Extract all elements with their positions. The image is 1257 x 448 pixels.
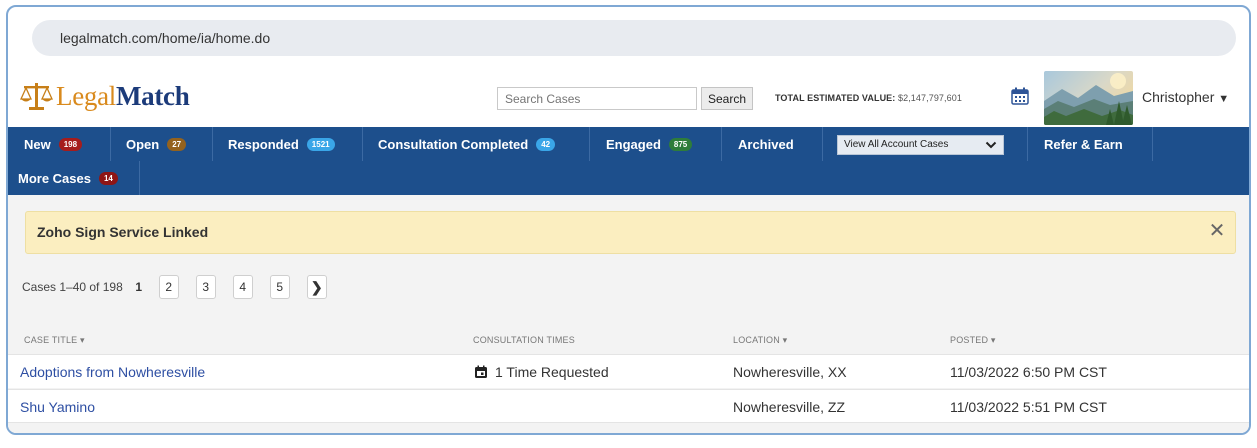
total-estimated-value: TOTAL ESTIMATED VALUE: $2,147,797,601	[775, 93, 962, 103]
case-title-link[interactable]: Shu Yamino	[20, 399, 95, 415]
count-badge: 27	[167, 137, 187, 151]
browser-window: legalmatch.com/home/ia/home.do LegalMatc…	[6, 5, 1251, 435]
posted-cell: 11/03/2022 5:51 PM CST	[950, 399, 1107, 415]
page-4-button[interactable]: 4	[232, 275, 253, 299]
address-bar[interactable]: legalmatch.com/home/ia/home.do	[32, 20, 1236, 56]
tab-responded[interactable]: Responded 1521	[213, 127, 363, 161]
main-nav: New 198 Open 27 Responded 1521 Consultation…	[8, 127, 1249, 195]
tab-consultation-completed[interactable]: Consultation Completed 42	[363, 127, 590, 161]
chevron-right-icon[interactable]: ❯	[306, 275, 327, 299]
logo-text: LegalMatch	[56, 80, 190, 111]
table-row: Adoptions from Nowheresville 1 Time Requ…	[8, 354, 1249, 388]
count-badge: 1521	[306, 137, 335, 151]
tab-engaged[interactable]: Engaged 875	[590, 127, 722, 161]
caret-down-icon: ▼	[1218, 93, 1230, 105]
account-cases-select[interactable]: View All Account Cases	[837, 135, 1004, 155]
count-badge: 198	[58, 137, 83, 151]
consultation-times-cell: 1 Time Requested	[474, 364, 609, 380]
table-header: CASE TITLE ▾ CONSULTATION TIMES LOCATION…	[8, 327, 1249, 354]
page-3-button[interactable]: 3	[195, 275, 216, 299]
count-badge: 42	[536, 137, 556, 151]
tab-open[interactable]: Open 27	[111, 127, 213, 161]
scales-logo-icon	[19, 83, 54, 110]
table-row: Shu Yamino Nowheresville, ZZ 11/03/2022 …	[8, 389, 1249, 423]
page-1-current: 1	[135, 280, 143, 294]
column-consultation-times: CONSULTATION TIMES	[473, 335, 575, 345]
count-badge: 14	[98, 171, 118, 185]
column-case-title[interactable]: CASE TITLE ▾	[24, 335, 85, 346]
search-button[interactable]: Search	[701, 87, 753, 110]
chevron-down-icon	[985, 136, 997, 159]
page-5-button[interactable]: 5	[269, 275, 290, 299]
alert-banner: Zoho Sign Service Linked ✕	[25, 211, 1236, 254]
tab-refer-earn[interactable]: Refer & Earn	[1027, 127, 1153, 161]
alert-text: Zoho Sign Service Linked	[37, 224, 209, 240]
main-content: Zoho Sign Service Linked ✕ Cases 1–40 of…	[8, 195, 1249, 433]
posted-cell: 11/03/2022 6:50 PM CST	[950, 364, 1107, 380]
column-location[interactable]: LOCATION ▾	[733, 335, 787, 346]
location-cell: Nowheresville, ZZ	[733, 399, 846, 415]
page-2-button[interactable]: 2	[158, 275, 179, 299]
calendar-small-icon	[475, 365, 487, 378]
count-badge: 875	[668, 137, 693, 151]
tab-archived[interactable]: Archived	[722, 127, 823, 161]
logo[interactable]: LegalMatch	[18, 79, 190, 113]
tab-new[interactable]: New 198	[8, 127, 111, 161]
calendar-icon[interactable]	[1011, 87, 1029, 105]
user-menu[interactable]: Christopher ▼	[1142, 89, 1229, 105]
location-cell: Nowheresville, XX	[733, 364, 847, 380]
column-posted[interactable]: POSTED ▾	[950, 335, 996, 346]
search-cases-input[interactable]	[497, 87, 697, 110]
tab-more-cases[interactable]: More Cases 14	[8, 161, 140, 195]
pagination: Cases 1–40 of 198 1 2 3 4 5 ❯	[22, 274, 344, 300]
close-icon[interactable]: ✕	[1207, 221, 1227, 241]
case-title-link[interactable]: Adoptions from Nowheresville	[20, 364, 205, 380]
pagination-label: Cases 1–40 of 198	[22, 280, 123, 294]
avatar[interactable]	[1044, 71, 1133, 125]
